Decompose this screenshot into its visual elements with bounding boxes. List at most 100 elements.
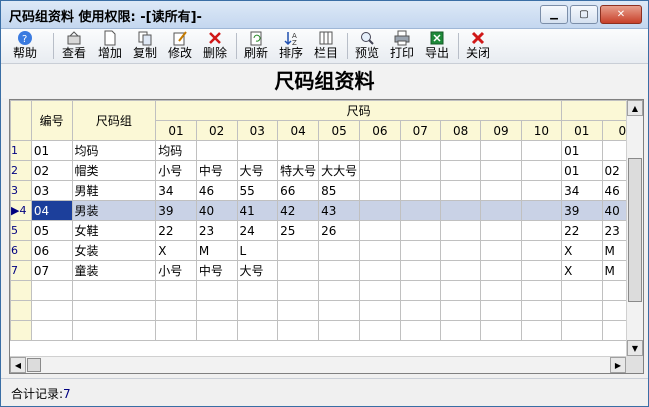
table-row[interactable] <box>10 280 643 301</box>
cell-size[interactable]: 46 <box>195 180 238 201</box>
cell-size[interactable] <box>561 300 603 321</box>
table-row[interactable]: 6 06 女装 X M L X M <box>10 240 643 261</box>
column-header-code[interactable]: 编号 <box>30 100 73 141</box>
table-row[interactable]: 2 02 帽类 小号 中号 大号 特大号 大大号 01 02 <box>10 160 643 181</box>
scroll-right-button[interactable]: ▶ <box>610 357 626 373</box>
cell-code[interactable]: 05 <box>30 220 73 241</box>
row-number[interactable] <box>10 320 32 341</box>
cell-code[interactable]: 06 <box>30 240 73 261</box>
delete-button[interactable]: 删除 <box>203 30 227 62</box>
cell-size[interactable] <box>399 200 441 221</box>
row-number[interactable]: ▶4 <box>10 200 32 221</box>
cell-size[interactable]: 小号 <box>155 260 197 281</box>
row-number[interactable] <box>10 280 32 301</box>
cell-size[interactable] <box>439 300 482 321</box>
cell-code[interactable]: 03 <box>30 180 73 201</box>
table-row[interactable] <box>10 320 643 341</box>
cell-size[interactable] <box>399 320 441 341</box>
scroll-up-button[interactable]: ▲ <box>627 100 643 116</box>
cell-size[interactable] <box>359 200 401 221</box>
cell-size[interactable] <box>399 140 441 161</box>
cell-size[interactable]: 中号 <box>195 160 238 181</box>
cell-size[interactable] <box>359 260 401 281</box>
cell-size[interactable] <box>155 300 197 321</box>
row-number[interactable]: 1 <box>10 140 32 161</box>
cell-size[interactable] <box>277 280 320 301</box>
cell-size[interactable]: 26 <box>318 220 361 241</box>
cell-size[interactable] <box>439 140 482 161</box>
column-header-sizes[interactable]: 尺码 <box>155 100 563 121</box>
columns-button[interactable]: 栏目 <box>314 30 338 62</box>
horizontal-scroll-thumb[interactable] <box>27 358 41 372</box>
cell-size[interactable] <box>520 160 563 181</box>
column-header-size[interactable]: 01 <box>561 120 603 141</box>
row-number[interactable] <box>10 300 32 321</box>
cell-code[interactable] <box>30 300 73 321</box>
cell-size[interactable]: 42 <box>277 200 320 221</box>
cell-size[interactable] <box>236 140 279 161</box>
cell-size[interactable]: M <box>195 240 238 261</box>
print-button[interactable]: 打印 <box>390 30 414 62</box>
cell-size[interactable]: 大号 <box>236 260 279 281</box>
cell-size[interactable] <box>520 300 563 321</box>
cell-size[interactable] <box>399 180 441 201</box>
cell-size[interactable] <box>480 220 522 241</box>
cell-size[interactable] <box>318 240 361 261</box>
row-number[interactable]: 2 <box>10 160 32 181</box>
cell-group-name[interactable] <box>71 300 157 321</box>
cell-group-name[interactable] <box>71 320 157 341</box>
cell-size[interactable] <box>439 180 482 201</box>
cell-size[interactable] <box>359 140 401 161</box>
cell-size[interactable]: 01 <box>561 140 603 161</box>
row-number[interactable]: 3 <box>10 180 32 201</box>
cell-size[interactable] <box>561 280 603 301</box>
cell-size[interactable] <box>480 200 522 221</box>
cell-group-name[interactable]: 女装 <box>71 240 157 261</box>
cell-size[interactable] <box>439 160 482 181</box>
cell-size[interactable]: 40 <box>195 200 238 221</box>
cell-size[interactable] <box>359 240 401 261</box>
row-number[interactable]: 7 <box>10 260 32 281</box>
cell-code[interactable] <box>30 280 73 301</box>
cell-size[interactable] <box>236 320 279 341</box>
cell-size[interactable] <box>318 140 361 161</box>
scroll-left-button[interactable]: ◀ <box>10 357 26 373</box>
column-header-size[interactable]: 10 <box>520 120 563 141</box>
cell-code[interactable]: 02 <box>30 160 73 181</box>
help-button[interactable]: ? 帮助 <box>13 30 37 62</box>
column-header-size[interactable]: 05 <box>318 120 361 141</box>
cell-size[interactable] <box>195 320 238 341</box>
cell-size[interactable]: 01 <box>561 160 603 181</box>
cell-code[interactable]: 07 <box>30 260 73 281</box>
horizontal-scrollbar[interactable]: ◀ ▶ <box>10 356 626 373</box>
row-number[interactable]: 6 <box>10 240 32 261</box>
cell-code[interactable] <box>30 320 73 341</box>
cell-size[interactable]: 大大号 <box>318 160 361 181</box>
maximize-button[interactable]: ▢ <box>570 5 598 24</box>
cell-size[interactable] <box>236 280 279 301</box>
cell-group-name[interactable]: 男鞋 <box>71 180 157 201</box>
vertical-scrollbar[interactable]: ▲ ▼ <box>626 100 643 356</box>
cell-size[interactable]: 55 <box>236 180 279 201</box>
cell-size[interactable] <box>359 280 401 301</box>
table-row[interactable]: 7 07 童装 小号 中号 大号 X M <box>10 260 643 281</box>
cell-size[interactable] <box>155 280 197 301</box>
column-header-size[interactable]: 09 <box>480 120 522 141</box>
close-window-button[interactable]: ✕ <box>600 5 642 24</box>
cell-size[interactable] <box>520 140 563 161</box>
cell-size[interactable] <box>277 140 320 161</box>
column-header-size[interactable]: 02 <box>195 120 238 141</box>
cell-size[interactable] <box>318 300 361 321</box>
size-group-grid[interactable]: 编号 尺码组 尺码 01 02 03 04 05 06 07 08 09 10 … <box>9 99 644 374</box>
cell-group-name[interactable]: 女鞋 <box>71 220 157 241</box>
cell-size[interactable]: 大号 <box>236 160 279 181</box>
cell-size[interactable]: 24 <box>236 220 279 241</box>
cell-size[interactable] <box>520 200 563 221</box>
cell-size[interactable]: 22 <box>155 220 197 241</box>
cell-size[interactable] <box>277 320 320 341</box>
cell-size[interactable] <box>520 220 563 241</box>
cell-size[interactable] <box>277 300 320 321</box>
cell-size[interactable] <box>399 220 441 241</box>
cell-size[interactable]: 85 <box>318 180 361 201</box>
cell-size[interactable] <box>520 280 563 301</box>
